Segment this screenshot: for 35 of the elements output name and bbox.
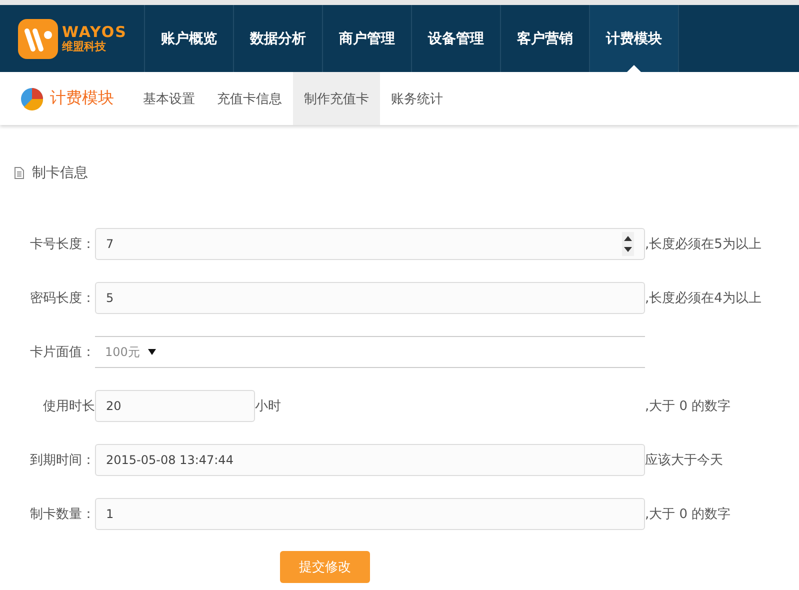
logo-icon [18,18,58,58]
document-icon [14,167,24,179]
section-title: 制卡信息 [32,164,88,182]
nav-tab[interactable]: 设备管理 [412,5,501,72]
sub-tab[interactable]: 制作充值卡 [293,72,380,125]
field-label: 制卡数量： [29,506,95,523]
field-label: 密码长度： [29,290,95,307]
field-hint: 应该大于今天 [645,452,723,469]
field-hint: ,大于 0 的数字 [645,506,731,523]
sub-tab[interactable]: 充值卡信息 [206,72,293,125]
active-pointer-icon [627,65,641,72]
brand-subtitle: 维盟科技 [62,40,107,53]
value-dropdown[interactable]: 100元 [95,336,645,368]
number-input[interactable]: 7 [95,228,645,260]
caret-icon [148,349,156,355]
field-hint: ,大于 0 的数字 [645,398,731,415]
input-field[interactable]: 5 [95,282,645,314]
field-hint: ,长度必须在4为以上 [645,290,762,307]
nav-tab[interactable]: 账户概览 [145,5,234,72]
brand-name: WAYOS [62,24,127,41]
field-label: 使用时长 [42,398,95,415]
input-field[interactable]: 1 [95,498,645,530]
field-label: 卡片面值： [29,344,95,361]
input-field[interactable]: 2015-05-08 13:47:44 [95,444,645,476]
nav-tab[interactable]: 计费模块 [590,5,679,72]
field-label: 卡号长度： [29,236,95,253]
field-hint: ,长度必须在5为以上 [645,236,762,253]
sub-tab[interactable]: 基本设置 [132,72,206,125]
input-field[interactable]: 20 [95,390,255,422]
spinner-arrows-icon[interactable] [622,232,634,256]
sub-tab[interactable]: 账务统计 [380,72,454,125]
pie-chart-icon [20,86,44,110]
field-label: 到期时间： [29,452,95,469]
unit-label: 小时 [255,398,282,415]
module-title: 计费模块 [50,88,114,109]
